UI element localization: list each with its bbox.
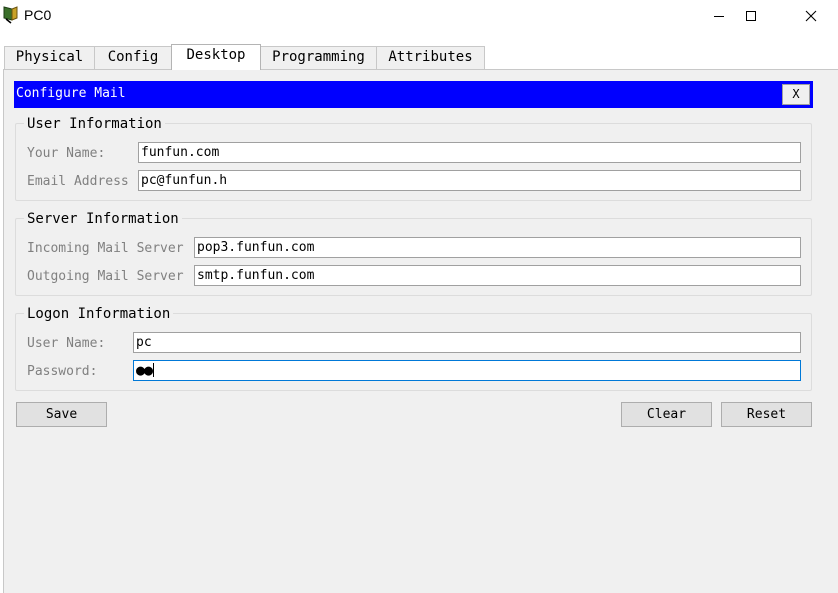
- maximize-button[interactable]: [728, 0, 774, 32]
- outgoing-mail-server-input[interactable]: smtp.funfun.com: [194, 265, 801, 286]
- user-information-legend: User Information: [24, 116, 165, 132]
- your-name-input[interactable]: funfun.com: [138, 142, 801, 163]
- app-header: Configure Mail X: [14, 81, 813, 108]
- tab-physical[interactable]: Physical: [4, 46, 95, 69]
- clear-button[interactable]: Clear: [621, 402, 712, 427]
- incoming-mail-server-label: Incoming Mail Server: [27, 241, 184, 256]
- logon-information-legend: Logon Information: [24, 306, 174, 322]
- outgoing-mail-server-label: Outgoing Mail Server: [27, 269, 184, 284]
- server-information-legend: Server Information: [24, 211, 182, 227]
- user-name-label: User Name:: [27, 336, 106, 351]
- your-name-label: Your Name:: [27, 146, 106, 161]
- tab-attributes[interactable]: Attributes: [376, 46, 485, 69]
- reset-button[interactable]: Reset: [721, 402, 812, 427]
- user-name-input[interactable]: pc: [133, 332, 801, 353]
- close-icon: [805, 10, 817, 22]
- tab-desktop[interactable]: Desktop: [171, 44, 261, 70]
- window-title: PC0: [24, 7, 52, 23]
- minimize-icon: [713, 10, 725, 22]
- password-input[interactable]: ●●: [133, 360, 801, 381]
- close-app-button[interactable]: X: [782, 84, 810, 105]
- text-caret: [153, 363, 155, 377]
- tab-programming[interactable]: Programming: [260, 46, 377, 69]
- email-address-input[interactable]: pc@funfun.h: [138, 170, 801, 191]
- password-label: Password:: [27, 364, 98, 379]
- maximize-icon: [745, 10, 757, 22]
- email-address-label: Email Address: [27, 174, 129, 189]
- incoming-mail-server-input[interactable]: pop3.funfun.com: [194, 237, 801, 258]
- password-mask: ●●: [136, 361, 153, 379]
- save-button[interactable]: Save: [16, 402, 107, 427]
- close-button[interactable]: [788, 0, 834, 32]
- tab-config[interactable]: Config: [94, 46, 172, 69]
- packet-tracer-pc-icon: [3, 6, 19, 24]
- tab-strip: Physical Config Desktop Programming Attr…: [0, 33, 838, 70]
- title-bar: PC0: [0, 0, 838, 32]
- app-title: Configure Mail: [16, 86, 126, 101]
